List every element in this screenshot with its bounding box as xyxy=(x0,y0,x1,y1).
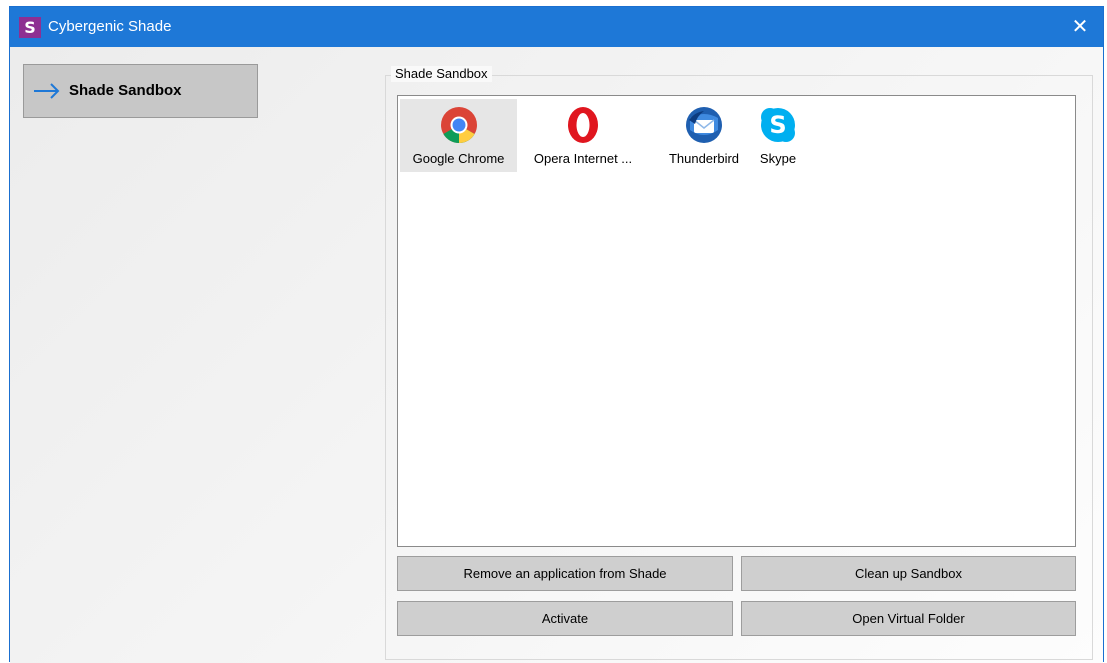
shade-logo-icon: S xyxy=(19,17,41,38)
app-window: S Cybergenic Shade ✕ Shade Sandbox Shade… xyxy=(9,6,1104,663)
skype-icon: S xyxy=(761,108,795,142)
clean-up-sandbox-button[interactable]: Clean up Sandbox xyxy=(741,556,1076,591)
app-label: Skype xyxy=(759,151,797,166)
close-button[interactable]: ✕ xyxy=(1057,7,1103,47)
group-title: Shade Sandbox xyxy=(391,66,492,82)
list-item-thunderbird[interactable]: Thunderbird xyxy=(659,99,749,172)
window-title: Cybergenic Shade xyxy=(48,18,172,35)
app-label: Thunderbird xyxy=(668,151,740,166)
open-virtual-folder-button[interactable]: Open Virtual Folder xyxy=(741,601,1076,636)
client-area: Shade Sandbox Shade Sandbox Google Chrom… xyxy=(10,47,1103,663)
remove-application-button[interactable]: Remove an application from Shade xyxy=(397,556,733,591)
app-label: Opera Internet ... xyxy=(533,151,633,166)
list-item-skype[interactable]: S Skype xyxy=(753,99,803,172)
list-item-opera[interactable]: Opera Internet ... xyxy=(519,99,647,172)
sandbox-app-list[interactable]: Google Chrome Opera Internet ... Thunder… xyxy=(397,95,1076,547)
sidebar-item-label: Shade Sandbox xyxy=(69,82,182,99)
activate-button[interactable]: Activate xyxy=(397,601,733,636)
arrow-right-icon xyxy=(34,83,60,99)
thunderbird-icon xyxy=(686,107,722,143)
app-label: Google Chrome xyxy=(412,151,505,166)
svg-text:S: S xyxy=(769,111,786,139)
list-item-google-chrome[interactable]: Google Chrome xyxy=(400,99,517,172)
chrome-icon xyxy=(440,107,477,144)
opera-icon xyxy=(568,107,598,143)
sidebar-item-shade-sandbox[interactable]: Shade Sandbox xyxy=(23,64,258,118)
title-bar: S Cybergenic Shade ✕ xyxy=(10,7,1103,47)
